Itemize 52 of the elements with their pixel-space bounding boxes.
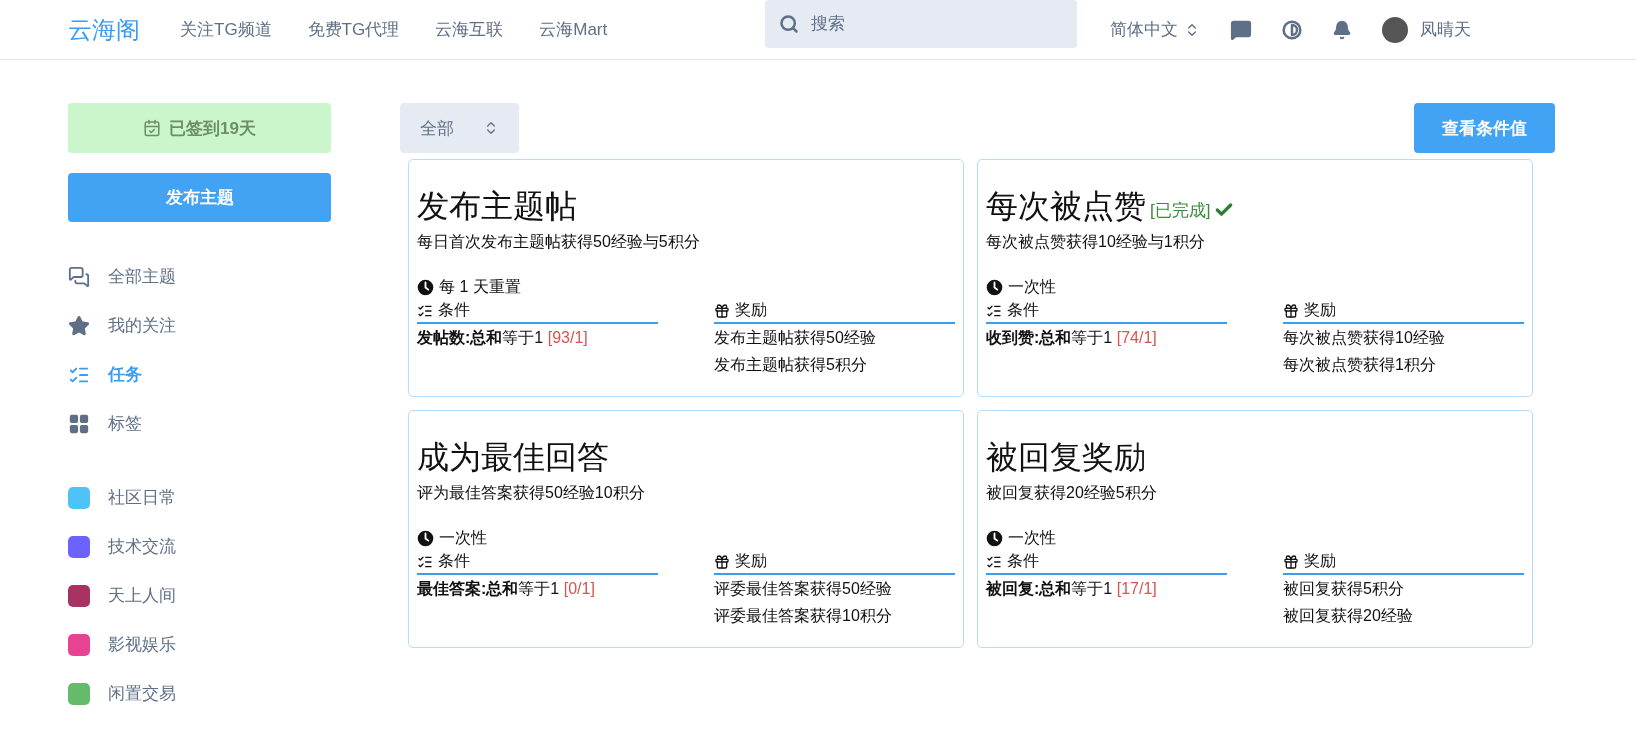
- completed-status: [已完成]: [1150, 200, 1211, 222]
- reward-text: 评委最佳答案获得50经验: [714, 579, 893, 599]
- conditions-label: 条件: [1007, 551, 1039, 571]
- reward-text: 评委最佳答案获得10积分: [714, 606, 893, 626]
- category-item[interactable]: 闲置交易: [68, 669, 331, 718]
- reset-label: 一次性: [1008, 277, 1056, 297]
- task-title: 被回复奖励: [986, 438, 1146, 477]
- reward-text: 被回复获得20经验: [1283, 606, 1414, 626]
- condition-text: 发帖数:总和等于1 [93/1]: [417, 328, 589, 348]
- sidebar-item[interactable]: 标签: [68, 399, 331, 448]
- task-title: 成为最佳回答: [417, 438, 609, 477]
- sidebar-item[interactable]: 全部主题: [68, 252, 331, 301]
- reset-label: 一次性: [439, 528, 487, 548]
- category-item[interactable]: 技术交流: [68, 522, 331, 571]
- reward-text: 每次被点赞获得1积分: [1283, 355, 1437, 375]
- conditions-label: 条件: [438, 300, 470, 320]
- condition-text: 收到赞:总和等于1 [74/1]: [986, 328, 1158, 348]
- reward-text: 被回复获得5积分: [1283, 579, 1405, 599]
- sidebar-item[interactable]: 任务: [68, 350, 331, 399]
- reset-label: 每 1 天重置: [439, 277, 521, 297]
- reward-text: 发布主题帖获得5积分: [714, 355, 868, 375]
- language-select[interactable]: 简体中文: [1110, 18, 1200, 41]
- filter-select[interactable]: 全部: [400, 103, 519, 153]
- category-item[interactable]: 天上人间: [68, 571, 331, 620]
- conditions-label: 条件: [438, 551, 470, 571]
- search-field[interactable]: 搜索: [765, 0, 1077, 48]
- condition-text: 最佳答案:总和等于1 [0/1]: [417, 579, 596, 599]
- category-item[interactable]: 社区日常: [68, 473, 331, 522]
- reward-text: 发布主题帖获得50经验: [714, 328, 877, 348]
- rewards-label: 奖励: [735, 551, 767, 571]
- rewards-label: 奖励: [1304, 551, 1336, 571]
- reset-label: 一次性: [1008, 528, 1056, 548]
- task-description: 被回复获得20经验5积分: [986, 483, 1158, 503]
- task-description: 每次被点赞获得10经验与1积分: [986, 232, 1206, 252]
- checkin-button[interactable]: 已签到19天: [68, 103, 331, 153]
- condition-text: 被回复:总和等于1 [17/1]: [986, 579, 1158, 599]
- site-logo[interactable]: 云海阁: [68, 13, 140, 46]
- nav-link[interactable]: 关注TG频道: [180, 18, 272, 41]
- conditions-label: 条件: [1007, 300, 1039, 320]
- rewards-label: 奖励: [735, 300, 767, 320]
- task-description: 评为最佳答案获得50经验10积分: [417, 483, 646, 503]
- task-title: 发布主题帖: [417, 187, 577, 226]
- nav-link[interactable]: 云海Mart: [539, 18, 608, 41]
- nav-link[interactable]: 云海互联: [435, 18, 504, 41]
- nav-link[interactable]: 免费TG代理: [307, 18, 400, 41]
- task-title: 每次被点赞: [986, 187, 1146, 226]
- rewards-label: 奖励: [1304, 300, 1336, 320]
- category-item[interactable]: 影视娱乐: [68, 620, 331, 669]
- task-description: 每日首次发布主题帖获得50经验与5积分: [417, 232, 701, 252]
- user-menu[interactable]: 凤晴天: [1382, 16, 1471, 43]
- sidebar-item[interactable]: 我的关注: [68, 301, 331, 350]
- reward-text: 每次被点赞获得10经验: [1283, 328, 1446, 348]
